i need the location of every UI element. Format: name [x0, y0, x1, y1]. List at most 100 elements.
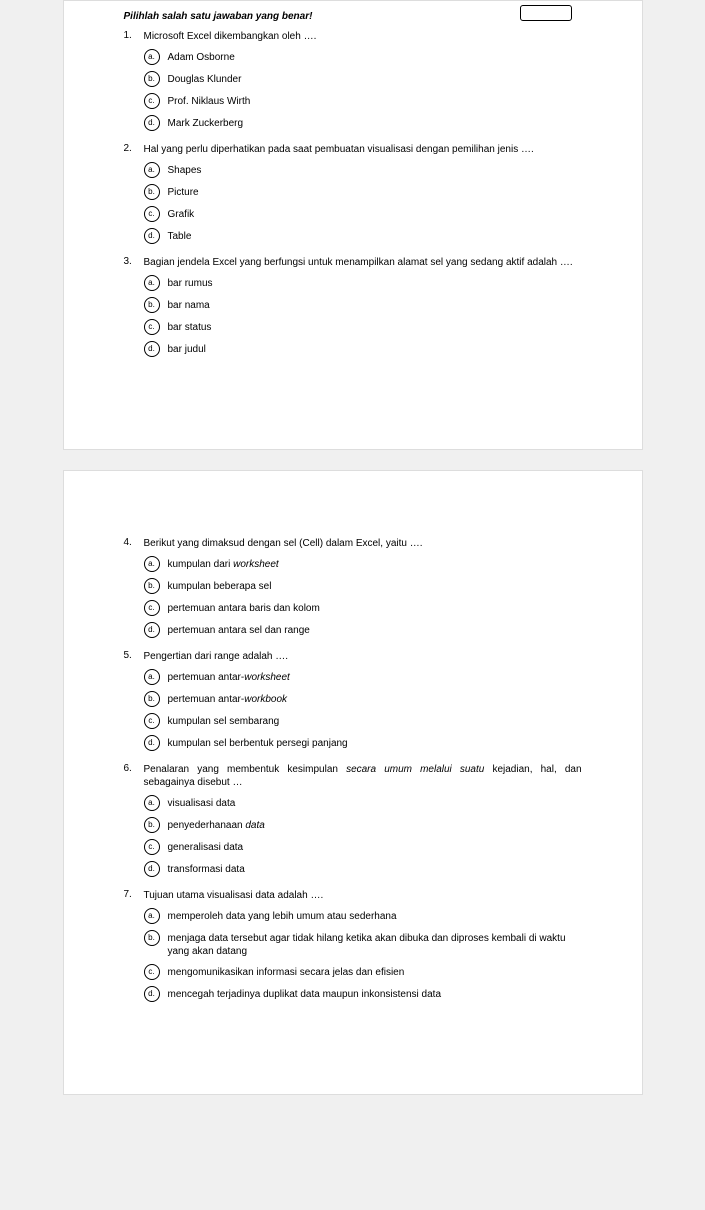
option-text: penyederhanaan data	[168, 817, 265, 832]
option-key[interactable]: a.	[144, 908, 160, 924]
option-key[interactable]: b.	[144, 297, 160, 313]
question-body: Berikut yang dimaksud dengan sel (Cell) …	[144, 537, 582, 644]
question-number: 3.	[124, 256, 144, 363]
question-body: Hal yang perlu diperhatikan pada saat pe…	[144, 143, 582, 250]
option-key[interactable]: c.	[144, 713, 160, 729]
option-text: Adam Osborne	[168, 49, 235, 64]
option-key[interactable]: b.	[144, 578, 160, 594]
option[interactable]: c. kumpulan sel sembarang	[144, 713, 582, 729]
option-text: pertemuan antar-worksheet	[168, 669, 290, 684]
option-key[interactable]: a.	[144, 275, 160, 291]
option-text: mencegah terjadinya duplikat data maupun…	[168, 986, 442, 1001]
option-key[interactable]: b.	[144, 817, 160, 833]
option-text: menjaga data tersebut agar tidak hilang …	[168, 930, 582, 958]
option[interactable]: d. transformasi data	[144, 861, 582, 877]
option-key[interactable]: d.	[144, 622, 160, 638]
option-key[interactable]: d.	[144, 735, 160, 751]
option-text: generalisasi data	[168, 839, 244, 854]
option-text: kumpulan sel berbentuk persegi panjang	[168, 735, 348, 750]
option-text: kumpulan sel sembarang	[168, 713, 280, 728]
option-text: memperoleh data yang lebih umum atau sed…	[168, 908, 397, 923]
option-key[interactable]: b.	[144, 930, 160, 946]
option[interactable]: d. bar judul	[144, 341, 582, 357]
option-key[interactable]: a.	[144, 162, 160, 178]
option[interactable]: d. mencegah terjadinya duplikat data maup…	[144, 986, 582, 1002]
option-key[interactable]: c.	[144, 206, 160, 222]
question: 4.Berikut yang dimaksud dengan sel (Cell…	[124, 537, 582, 644]
option-key[interactable]: d.	[144, 115, 160, 131]
option-text: bar status	[168, 319, 212, 334]
question-body: Penalaran yang membentuk kesimpulan seca…	[144, 763, 582, 883]
option[interactable]: a. memperoleh data yang lebih umum atau s…	[144, 908, 582, 924]
option-text: kumpulan beberapa sel	[168, 578, 272, 593]
option[interactable]: a. bar rumus	[144, 275, 582, 291]
option-key[interactable]: b.	[144, 184, 160, 200]
option[interactable]: b. kumpulan beberapa sel	[144, 578, 582, 594]
question-number: 6.	[124, 763, 144, 883]
option-text: pertemuan antara baris dan kolom	[168, 600, 320, 615]
option[interactable]: b. menjaga data tersebut agar tidak hilan…	[144, 930, 582, 958]
option[interactable]: c. generalisasi data	[144, 839, 582, 855]
question-text: Berikut yang dimaksud dengan sel (Cell) …	[144, 537, 582, 550]
option-key[interactable]: b.	[144, 71, 160, 87]
option[interactable]: a.Shapes	[144, 162, 582, 178]
option[interactable]: d.Table	[144, 228, 582, 244]
option-key[interactable]: b.	[144, 691, 160, 707]
option-text: Prof. Niklaus Wirth	[168, 93, 251, 108]
option[interactable]: a. Adam Osborne	[144, 49, 582, 65]
option[interactable]: b.bar nama	[144, 297, 582, 313]
option-text: Douglas Klunder	[168, 71, 242, 86]
option-text: mengomunikasikan informasi secara jelas …	[168, 964, 405, 979]
option-key[interactable]: a.	[144, 669, 160, 685]
option[interactable]: d. kumpulan sel berbentuk persegi panjang	[144, 735, 582, 751]
question-text: Bagian jendela Excel yang berfungsi untu…	[144, 256, 582, 269]
option-key[interactable]: d.	[144, 986, 160, 1002]
question: 5.Pengertian dari range adalah …. a. perte…	[124, 650, 582, 757]
option-key[interactable]: d.	[144, 341, 160, 357]
page: 4.Berikut yang dimaksud dengan sel (Cell…	[63, 470, 643, 1095]
option-key[interactable]: c.	[144, 319, 160, 335]
option-key[interactable]: a.	[144, 556, 160, 572]
option-key[interactable]: c.	[144, 839, 160, 855]
option-key[interactable]: d.	[144, 861, 160, 877]
option[interactable]: c. bar status	[144, 319, 582, 335]
page: Pilihlah salah satu jawaban yang benar!1…	[63, 0, 643, 450]
question: 1.Microsoft Excel dikembangkan oleh ….a.…	[124, 30, 582, 137]
option[interactable]: c. Grafik	[144, 206, 582, 222]
option[interactable]: d.pertemuan antara sel dan range	[144, 622, 582, 638]
option[interactable]: d.Mark Zuckerberg	[144, 115, 582, 131]
question-number: 7.	[124, 889, 144, 1008]
option[interactable]: a. pertemuan antar-worksheet	[144, 669, 582, 685]
option-key[interactable]: c.	[144, 964, 160, 980]
option[interactable]: c. pertemuan antara baris dan kolom	[144, 600, 582, 616]
option[interactable]: b.Picture	[144, 184, 582, 200]
question-text: Penalaran yang membentuk kesimpulan seca…	[144, 763, 582, 789]
question-body: Pengertian dari range adalah …. a. pertemu…	[144, 650, 582, 757]
question-body: Bagian jendela Excel yang berfungsi untu…	[144, 256, 582, 363]
question: 3.Bagian jendela Excel yang berfungsi un…	[124, 256, 582, 363]
option[interactable]: c. mengomunikasikan informasi secara jela…	[144, 964, 582, 980]
question-body: Microsoft Excel dikembangkan oleh ….a.Ad…	[144, 30, 582, 137]
option-key[interactable]: a.	[144, 795, 160, 811]
question-text: Pengertian dari range adalah ….	[144, 650, 582, 663]
option-text: visualisasi data	[168, 795, 236, 810]
option[interactable]: a. kumpulan dari worksheet	[144, 556, 582, 572]
option-text: bar judul	[168, 341, 206, 356]
question: 6.Penalaran yang membentuk kesimpulan se…	[124, 763, 582, 883]
option[interactable]: b.pertemuan antar-workbook	[144, 691, 582, 707]
option-key[interactable]: c.	[144, 93, 160, 109]
option-text: bar rumus	[168, 275, 213, 290]
option[interactable]: c. Prof. Niklaus Wirth	[144, 93, 582, 109]
option-text: transformasi data	[168, 861, 245, 876]
option[interactable]: a. visualisasi data	[144, 795, 582, 811]
option[interactable]: b. Douglas Klunder	[144, 71, 582, 87]
option-text: kumpulan dari worksheet	[168, 556, 279, 571]
option-text: Grafik	[168, 206, 195, 221]
option-key[interactable]: a.	[144, 49, 160, 65]
question: 7.Tujuan utama visualisasi data adalah ……	[124, 889, 582, 1008]
option[interactable]: b. penyederhanaan data	[144, 817, 582, 833]
option-key[interactable]: d.	[144, 228, 160, 244]
question-number: 4.	[124, 537, 144, 644]
question-number: 5.	[124, 650, 144, 757]
option-key[interactable]: c.	[144, 600, 160, 616]
